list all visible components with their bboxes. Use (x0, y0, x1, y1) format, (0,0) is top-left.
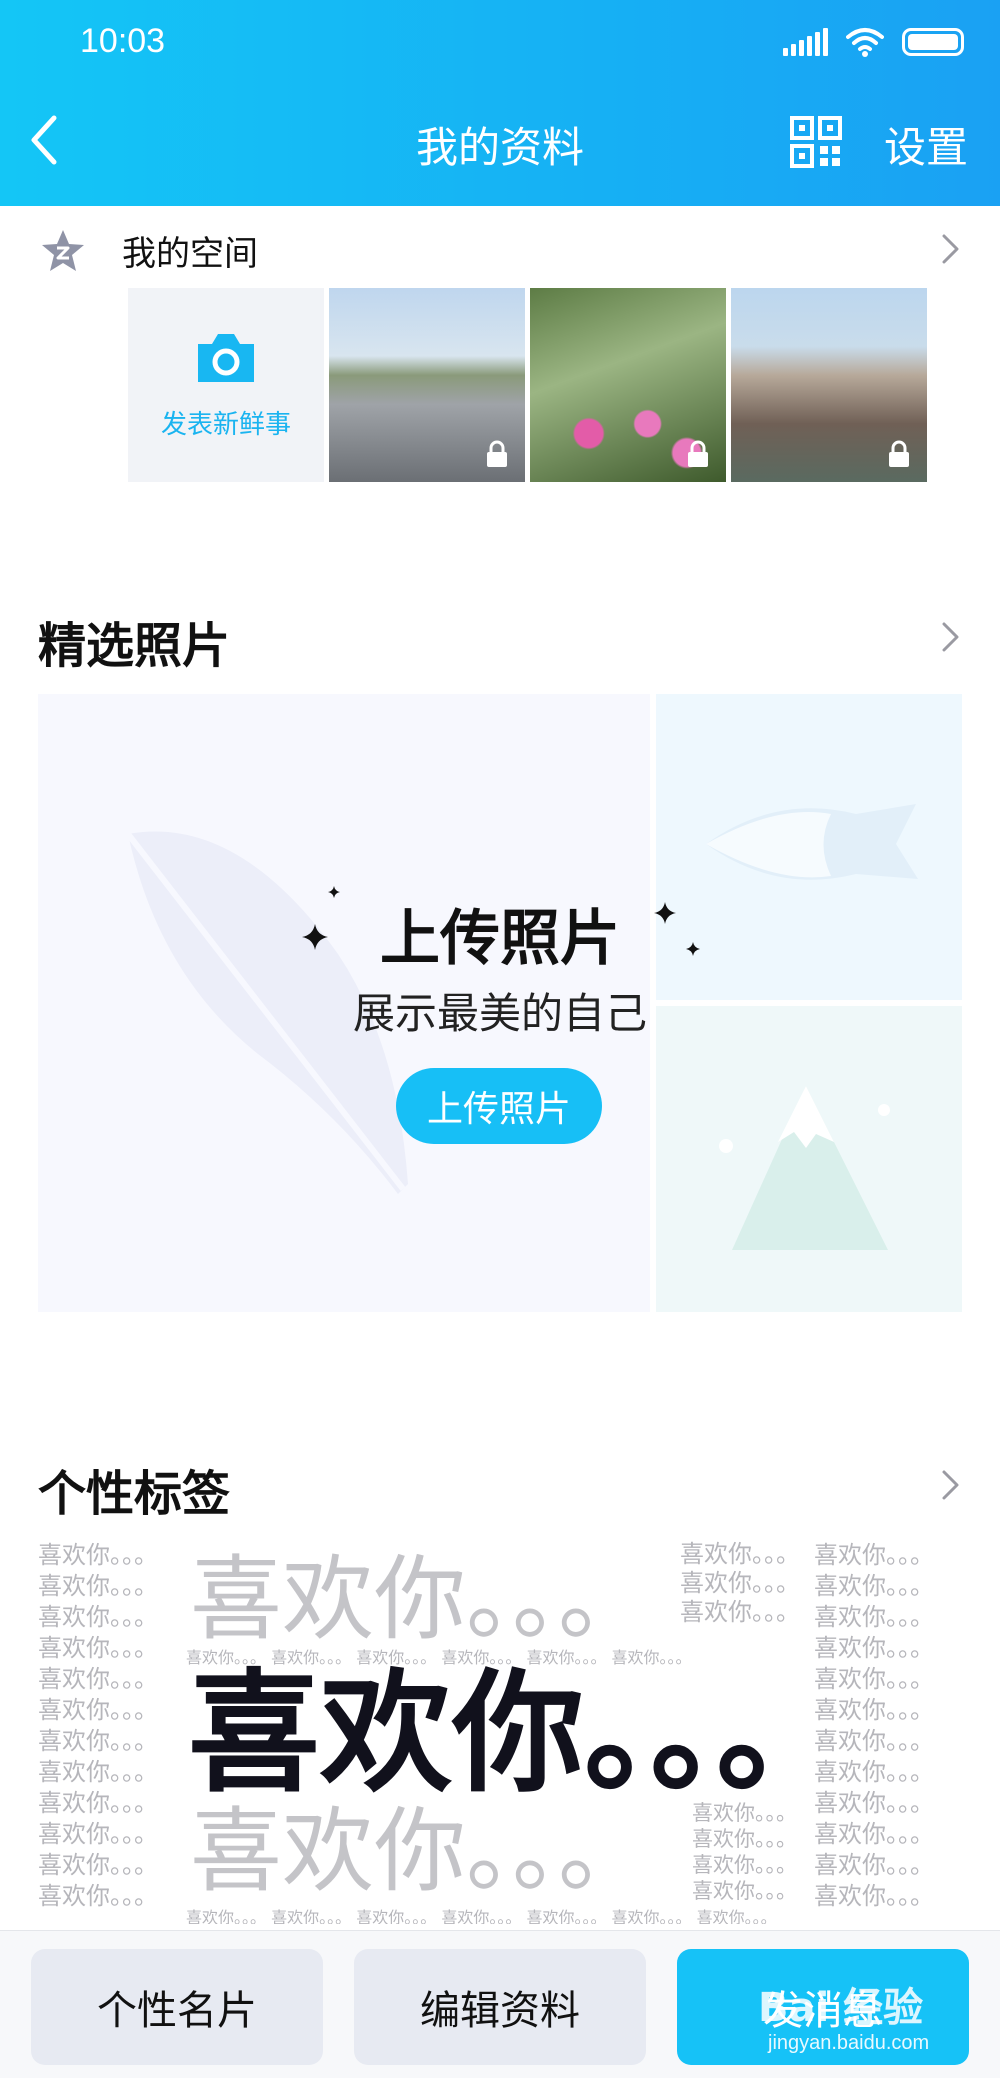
chevron-right-icon (942, 234, 959, 264)
baidu-watermark: Bai 经验 (758, 1985, 924, 2031)
status-icons (783, 24, 964, 60)
edit-profile-button[interactable]: 编辑资料 (354, 1949, 646, 2065)
upload-heading: 上传照片 (380, 904, 620, 974)
post-news-label: 发表新鲜事 (160, 409, 291, 440)
baidu-watermark-url: jingyan.baidu.com (768, 2032, 930, 2054)
tag-column-left: 喜欢你。。。 喜欢你。。。 喜欢你。。。 喜欢你。。。 喜欢你。。。 喜欢你。。。 喜欢你… (38, 1541, 158, 1910)
tag-large-grey: 喜欢你。。。 (190, 1546, 651, 1653)
street-photo[interactable] (329, 288, 525, 482)
header-bar: 10:03 我的资料 设置 (0, 0, 1000, 206)
lock-icon (688, 440, 708, 467)
upload-subtitle: 展示最美的自己 (352, 989, 647, 1038)
status-time: 10:03 (80, 22, 166, 60)
featured-photos-title: 精选照片 (38, 618, 231, 674)
page-title: 我的资料 (415, 123, 584, 172)
lock-icon (487, 440, 507, 467)
my-space-row[interactable]: 我的空间 (0, 206, 1000, 288)
chevron-right-icon[interactable] (940, 1468, 962, 1502)
tree-illustration-tile (656, 1006, 962, 1312)
battery-icon (902, 28, 964, 56)
lock-icon (889, 440, 909, 467)
camera-icon (198, 333, 254, 382)
signal-icon (783, 28, 828, 56)
chevron-right-icon[interactable] (940, 620, 962, 654)
profile-card-button[interactable]: 个性名片 (31, 1949, 323, 2065)
tag-cluster-lower: 喜欢你。。。 喜欢你。。。 喜欢你。。。 喜欢你。。。 (692, 1801, 797, 1903)
tag-featured: 喜欢你。。。 (188, 1657, 848, 1811)
upload-photo-button[interactable]: 上传照片 (396, 1068, 602, 1144)
qzone-star-icon (42, 230, 84, 271)
my-space-label: 我的空间 (122, 234, 258, 274)
tag-cluster-upper: 喜欢你。。。 喜欢你。。。 喜欢你。。。 (680, 1540, 800, 1626)
wifi-icon (846, 28, 884, 57)
flowers-photo[interactable] (530, 288, 726, 482)
tag-large-grey: 喜欢你。。。 (190, 1798, 651, 1905)
tree-illustration (719, 1086, 890, 1250)
canal-photo[interactable] (731, 288, 927, 482)
post-news-tile[interactable]: 发表新鲜事 (128, 288, 324, 482)
personal-tags-cloud[interactable]: 喜欢你。。。 喜欢你。。。 喜欢你。。。 喜欢你。。。 喜欢你。。。 喜欢你。。。 喜欢你… (38, 1540, 962, 1924)
space-photo-strip: 发表新鲜事 (128, 288, 927, 482)
settings-button[interactable]: 设置 (884, 114, 968, 175)
personal-tags-title: 个性标签 (38, 1466, 231, 1522)
qr-code-icon[interactable] (790, 116, 842, 168)
tag-row-tiny: 喜欢你。。。 喜欢你。。。 喜欢你。。。 喜欢你。。。 喜欢你。。。 喜欢你。。… (186, 1908, 777, 1924)
